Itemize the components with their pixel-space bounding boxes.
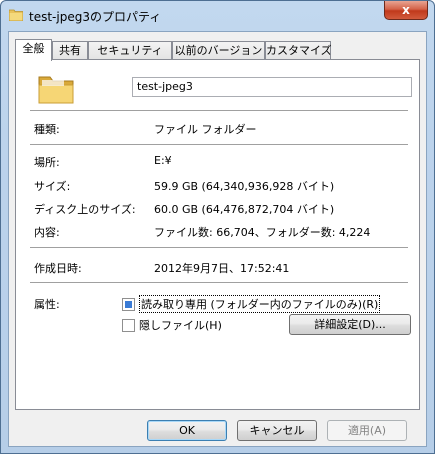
size-value: 59.9 GB (64,340,936,928 バイト) [154,180,335,193]
close-button[interactable]: x [384,1,428,20]
created-value: 2012年9月7日、17:52:41 [154,262,290,275]
size-label: サイズ: [34,180,71,193]
location-label: 場所: [34,156,60,169]
tab-sharing[interactable]: 共有 [52,41,88,60]
hidden-checkbox-label: 隠しファイル(H) [139,319,222,332]
attributes-label: 属性: [34,298,60,311]
contents-label: 内容: [34,226,60,239]
tab-general[interactable]: 全般 [15,39,52,61]
window-title: test-jpeg3のプロパティ [29,10,162,24]
advanced-button[interactable]: 詳細設定(D)... [289,314,411,335]
disk-size-value: 60.0 GB (64,476,872,704 バイト) [154,203,335,216]
properties-window: test-jpeg3のプロパティ x 全般 共有 セキュリティ 以前のバージョン… [0,0,435,454]
general-panel: test-jpeg3 種類: ファイル フォルダー 場所: E:¥ サイズ: 5… [15,59,420,410]
ok-button[interactable]: OK [147,420,227,441]
close-icon: x [402,3,410,17]
created-label: 作成日時: [34,262,82,275]
type-value: ファイル フォルダー [154,123,257,136]
folder-name-input[interactable]: test-jpeg3 [132,77,412,97]
tab-customize[interactable]: カスタマイズ [265,41,332,60]
contents-value: ファイル数: 66,704、フォルダー数: 4,224 [154,226,371,239]
readonly-checkbox-row[interactable]: 読み取り専用 (フォルダー内のファイルのみ)(R) [122,295,381,313]
title-bar[interactable]: test-jpeg3のプロパティ x [1,1,434,31]
tab-strip: 全般 共有 セキュリティ 以前のバージョン カスタマイズ [15,39,415,61]
tab-previous-versions[interactable]: 以前のバージョン [172,41,265,60]
separator [30,110,408,111]
separator [30,144,408,145]
location-value: E:¥ [154,154,172,167]
apply-button[interactable]: 適用(A) [327,420,407,441]
disk-size-label: ディスク上のサイズ: [34,203,136,216]
separator [30,282,408,283]
tab-security[interactable]: セキュリティ [88,41,172,60]
readonly-checkbox[interactable] [122,297,135,311]
type-label: 種類: [34,123,60,136]
dialog-client: 全般 共有 セキュリティ 以前のバージョン カスタマイズ test-jpeg3 … [8,31,427,447]
separator [30,247,408,248]
folder-icon [9,9,23,21]
folder-large-icon [38,76,74,104]
readonly-checkbox-label: 読み取り専用 (フォルダー内のファイルのみ)(R) [139,295,381,313]
hidden-checkbox-row[interactable]: 隠しファイル(H) [122,317,222,333]
cancel-button[interactable]: キャンセル [237,420,317,441]
hidden-checkbox[interactable] [122,318,135,332]
